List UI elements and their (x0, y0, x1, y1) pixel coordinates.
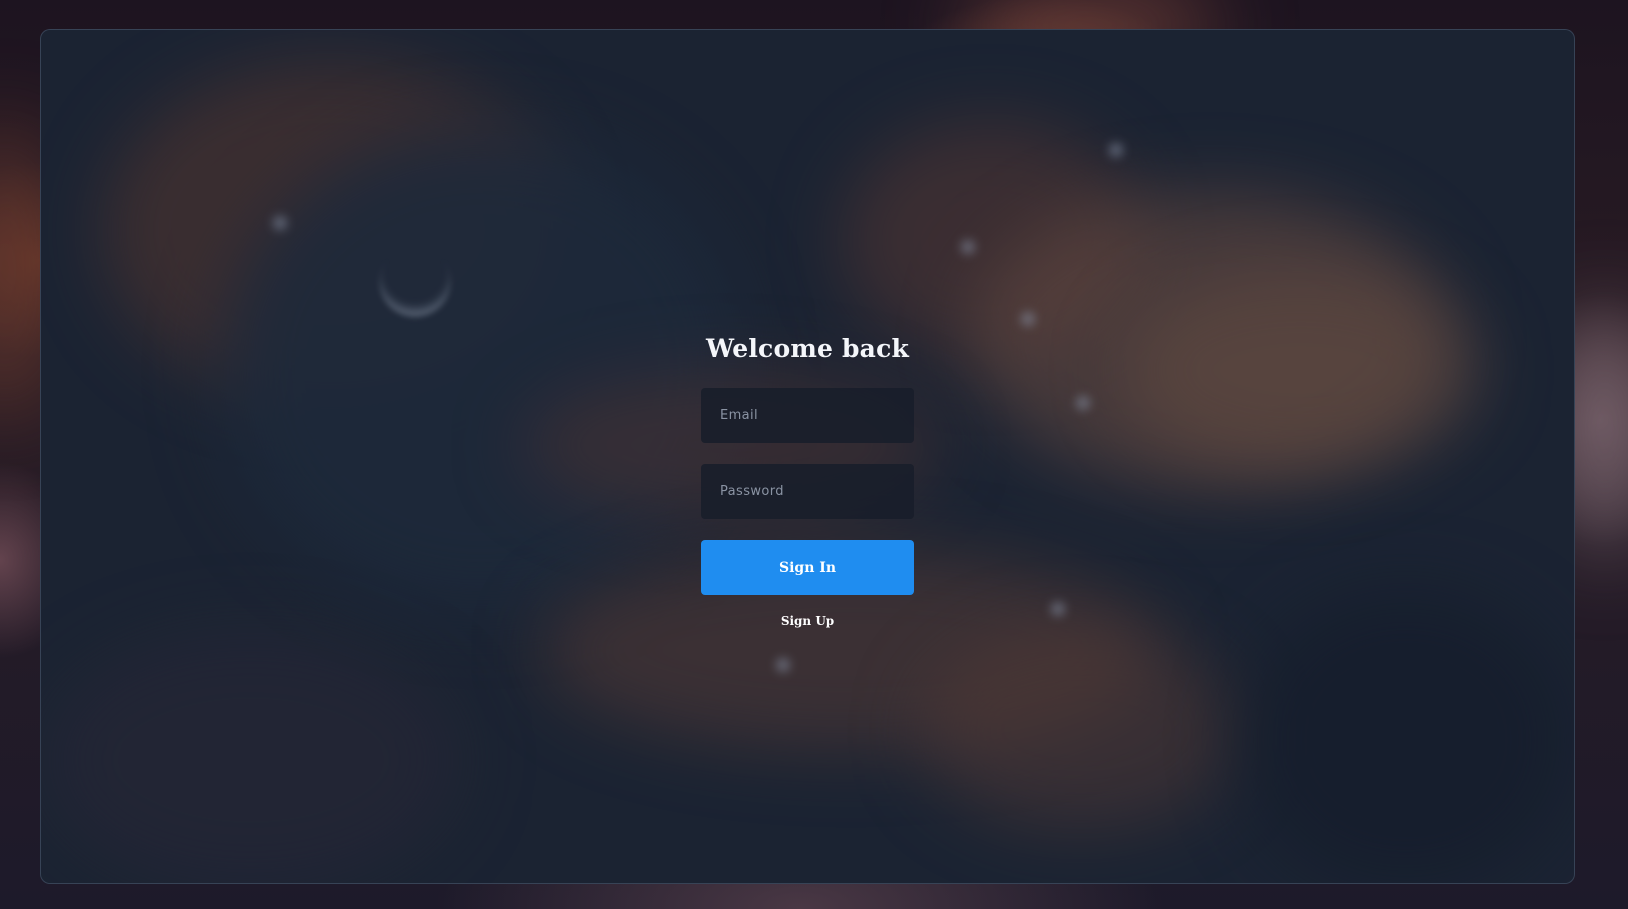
sign-up-link[interactable]: Sign Up (781, 614, 834, 628)
page-title: Welcome back (705, 334, 910, 363)
login-panel: Welcome back Sign In Sign Up (40, 29, 1575, 884)
login-form: Welcome back Sign In Sign Up (41, 334, 1574, 628)
sign-in-button[interactable]: Sign In (701, 540, 914, 595)
password-field[interactable] (701, 464, 914, 519)
email-field[interactable] (701, 388, 914, 443)
